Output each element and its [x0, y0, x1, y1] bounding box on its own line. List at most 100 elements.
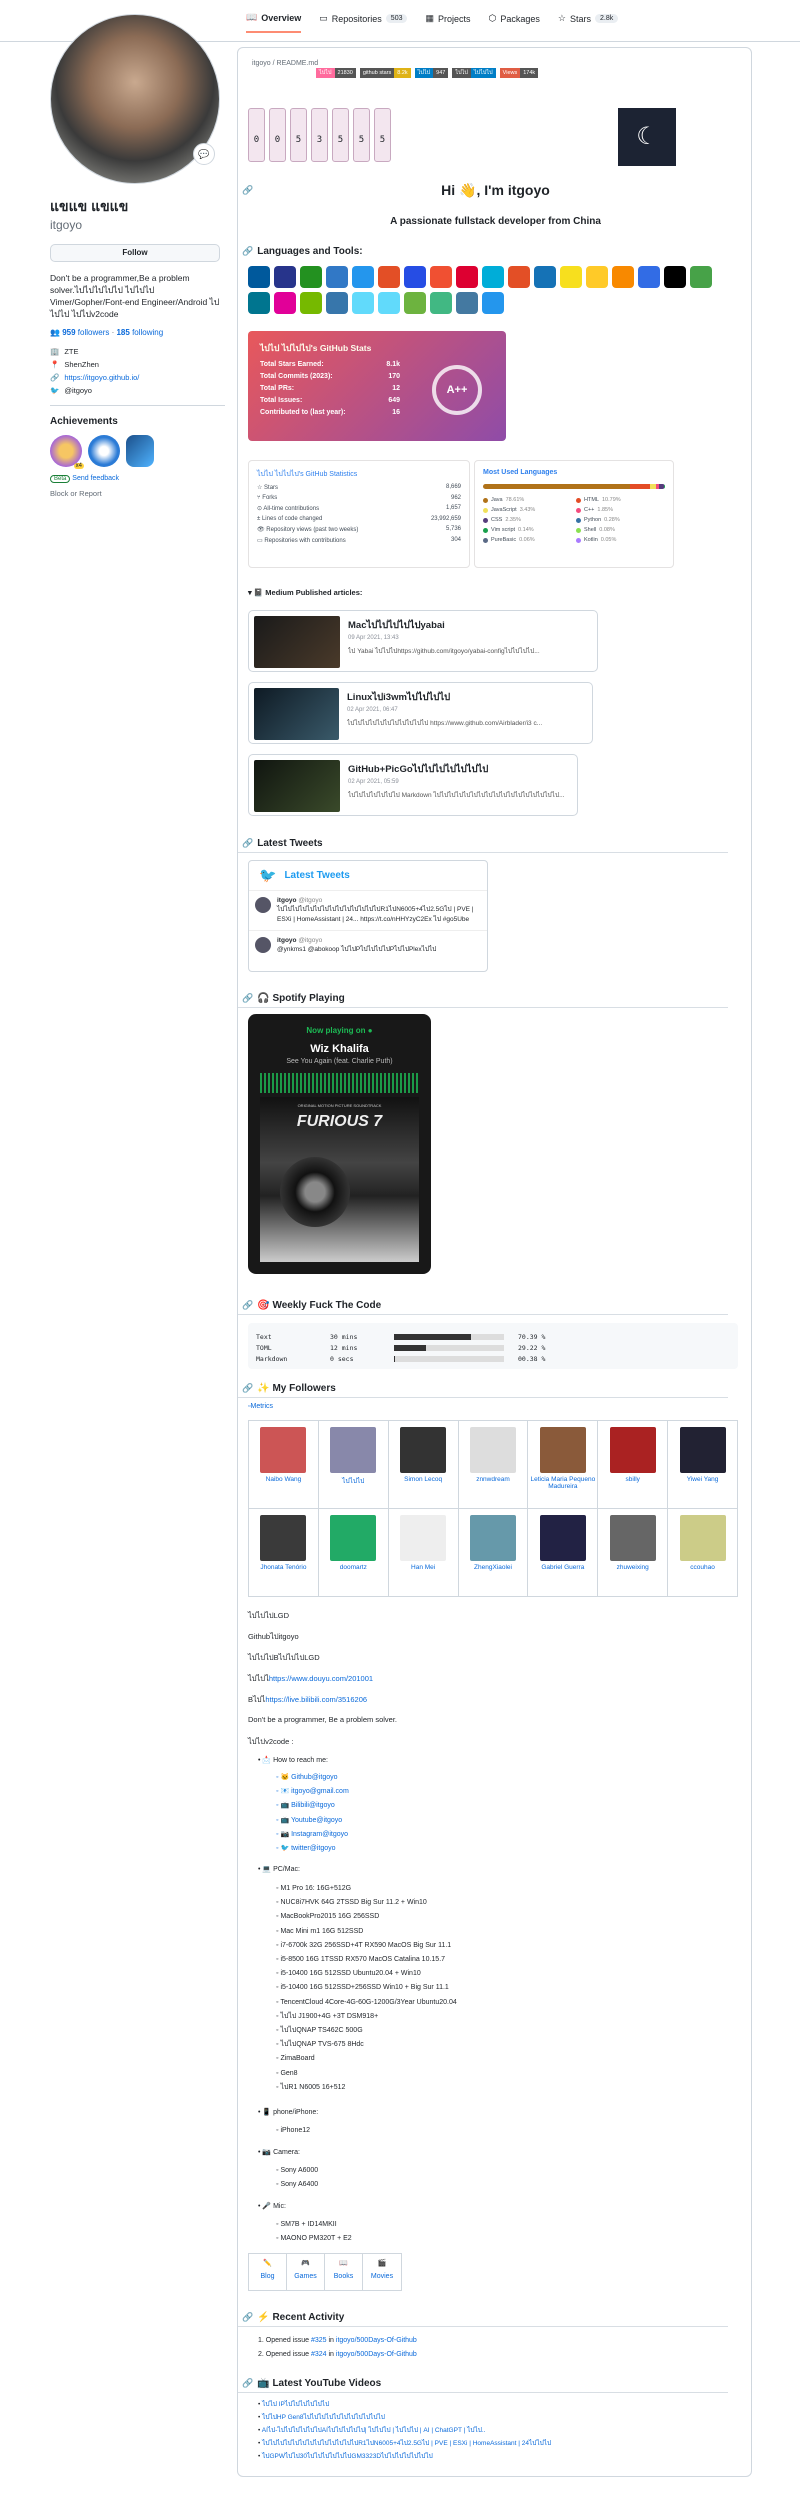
- followers-badge[interactable]: ไปไป 947: [414, 68, 449, 78]
- hobby-movies[interactable]: 🎬 Movies: [363, 2254, 401, 2290]
- video-link[interactable]: ไปไปไปไปไปไปไปไปไปไปไปไปไปR1ไปN6005+4ไป2…: [262, 2440, 551, 2447]
- info-badge[interactable]: ไปไป ไปไปไป: [452, 68, 496, 78]
- metrics-image-link[interactable]: ▫Metrics: [248, 1403, 273, 1410]
- article-card[interactable]: GitHub+PicGoไปไปไปไปไปไปไป 02 Apr 2021, 0…: [248, 754, 578, 816]
- hobby-games[interactable]: 🎮 Games: [287, 2254, 325, 2290]
- tech-logo-icon[interactable]: [300, 292, 322, 314]
- video-link[interactable]: ไปไปHP Gen8ไปไปไปไปไปไปไปไปไปไปไป: [262, 2414, 385, 2421]
- tech-logo-icon[interactable]: [482, 292, 504, 314]
- achievement-badge[interactable]: [88, 435, 120, 467]
- reach-item[interactable]: ◦ 📺 Bilibili@itgoyo: [276, 1799, 349, 1813]
- follower-card[interactable]: Han Mei: [388, 1509, 459, 1597]
- follower-card[interactable]: znnwdream: [458, 1421, 529, 1509]
- video-item[interactable]: • ไปGPWไปไป30ไปไปไปไปไปไปGM3323Dไปไปไปไป…: [258, 2450, 551, 2463]
- follower-card[interactable]: Gabriel Guerra: [528, 1509, 599, 1597]
- anchor-link-icon[interactable]: 🔗: [242, 1383, 253, 1394]
- reach-item[interactable]: ◦ 🐦 twitter@itgoyo: [276, 1842, 349, 1856]
- achievement-badge[interactable]: [126, 435, 154, 467]
- tech-logo-icon[interactable]: [508, 266, 530, 288]
- hobby-blog[interactable]: ✏️ Blog: [249, 2254, 287, 2290]
- tab-stars[interactable]: ☆ Stars 2.8k: [558, 12, 619, 33]
- video-link[interactable]: ไปGPWไปไป30ไปไปไปไปไปไปGM3323Dไปไปไปไปไป…: [262, 2453, 433, 2460]
- video-item[interactable]: • ไปไปHP Gen8ไปไปไปไปไปไปไปไปไปไปไป: [258, 2411, 551, 2424]
- video-item[interactable]: • ไปไป IPไปไปไปไปไปไป: [258, 2398, 551, 2411]
- issue-link[interactable]: #325: [311, 2337, 327, 2344]
- anchor-link-icon[interactable]: 🔗: [242, 2378, 253, 2389]
- follow-button[interactable]: Follow: [50, 244, 220, 262]
- tech-logo-icon[interactable]: [690, 266, 712, 288]
- tab-projects[interactable]: ▦ Projects: [425, 12, 470, 33]
- follower-card[interactable]: Naibo Wang: [249, 1421, 319, 1509]
- github-statistics-card[interactable]: ไปไป ไปไปไป's GitHub Statistics ☆ Stars 8…: [248, 460, 470, 568]
- follower-card[interactable]: ccouhao: [668, 1509, 738, 1597]
- follower-card[interactable]: zhuweixing: [598, 1509, 669, 1597]
- anchor-link-icon[interactable]: 🔗: [242, 2312, 253, 2323]
- spotify-card[interactable]: Now playing on ● Wiz Khalifa See You Aga…: [248, 1014, 431, 1274]
- twitter-link[interactable]: @itgoyo: [64, 386, 92, 395]
- github-stats-card[interactable]: ไปไป ไปไปไป's GitHub Stats Total Stars E…: [248, 331, 506, 441]
- repo-link[interactable]: itgoyo/500Days-Of-Github: [336, 2337, 417, 2344]
- tech-logo-icon[interactable]: [378, 292, 400, 314]
- bilibili-link[interactable]: https://live.bilibili.com/3516206: [265, 1695, 367, 1704]
- following-link[interactable]: 185 following: [116, 328, 163, 337]
- views-badge[interactable]: Views 174k: [499, 68, 539, 78]
- tech-logo-icon[interactable]: [456, 266, 478, 288]
- tweet[interactable]: itgoyo @itgoyo @ynkms1 @abokoop ไปไปPไปไป…: [249, 930, 487, 960]
- douyu-link[interactable]: https://www.douyu.com/201001: [269, 1674, 373, 1683]
- follower-card[interactable]: sbilly: [598, 1421, 669, 1509]
- block-report-link[interactable]: Block or Report: [50, 489, 225, 498]
- followers-link[interactable]: 959 followers: [62, 328, 109, 337]
- tech-logo-icon[interactable]: [456, 292, 478, 314]
- website-link[interactable]: https://itgoyo.github.io/: [64, 373, 139, 382]
- tech-logo-icon[interactable]: [300, 266, 322, 288]
- follower-card[interactable]: ZhengXiaolei: [458, 1509, 529, 1597]
- anchor-link-icon[interactable]: 🔗: [242, 185, 253, 196]
- issue-link[interactable]: #324: [311, 2351, 327, 2358]
- visits-badge[interactable]: ไปไป 21830: [316, 68, 356, 78]
- tech-logo-icon[interactable]: [482, 266, 504, 288]
- repo-link[interactable]: itgoyo/500Days-Of-Github: [336, 2351, 417, 2358]
- reach-item[interactable]: ◦ 📧 itgoyo@gmail.com: [276, 1785, 349, 1799]
- reach-item[interactable]: ◦ 📷 Instagram@itgoyo: [276, 1828, 349, 1842]
- anchor-link-icon[interactable]: 🔗: [242, 246, 253, 257]
- tech-logo-icon[interactable]: [326, 292, 348, 314]
- github-stars-badge[interactable]: github stars 8.2k: [359, 68, 411, 78]
- video-item[interactable]: • ไปไปไปไปไปไปไปไปไปไปไปไปไปR1ไปN6005+4ไ…: [258, 2437, 551, 2450]
- tech-logo-icon[interactable]: [638, 266, 660, 288]
- follower-card[interactable]: Yiwei Yang: [668, 1421, 738, 1509]
- tech-logo-icon[interactable]: [664, 266, 686, 288]
- follower-card[interactable]: Simon Lecoq: [388, 1421, 459, 1509]
- tech-logo-icon[interactable]: [404, 292, 426, 314]
- anchor-link-icon[interactable]: 🔗: [242, 838, 253, 849]
- tab-repositories[interactable]: ▭ Repositories 503: [319, 12, 408, 33]
- reach-item[interactable]: ◦ 🐱 Github@itgoyo: [276, 1771, 349, 1785]
- tech-logo-icon[interactable]: [404, 266, 426, 288]
- tech-logo-icon[interactable]: [352, 292, 374, 314]
- tech-logo-icon[interactable]: [560, 266, 582, 288]
- status-emoji-icon[interactable]: 💬: [193, 143, 215, 165]
- hobby-books[interactable]: 📖 Books: [325, 2254, 363, 2290]
- article-card[interactable]: Macไปไปไปไปไปyabai 09 Apr 2021, 13:43 ไป Y…: [248, 610, 598, 672]
- most-used-languages-card[interactable]: Most Used Languages Java 78.61% HTML 10.7…: [474, 460, 674, 568]
- follower-card[interactable]: doomartz: [318, 1509, 389, 1597]
- tech-logo-icon[interactable]: [430, 266, 452, 288]
- tab-packages[interactable]: ⬡ Packages: [489, 12, 540, 33]
- tech-logo-icon[interactable]: [274, 292, 296, 314]
- video-link[interactable]: AIไป-ไปไปไปไปไปไปAIไปไปไปไปไป| ไปไปไป | …: [262, 2427, 486, 2434]
- tweet[interactable]: itgoyo @itgoyo ไปไปไปไปไปไปไปไปไปไปไปไปไป…: [249, 890, 487, 930]
- follower-card[interactable]: ไปไปไป: [318, 1421, 389, 1509]
- video-link[interactable]: ไปไป IPไปไปไปไปไปไป: [262, 2401, 329, 2408]
- tech-logo-icon[interactable]: [586, 266, 608, 288]
- tech-logo-icon[interactable]: [248, 266, 270, 288]
- anchor-link-icon[interactable]: 🔗: [242, 1300, 253, 1311]
- tech-logo-icon[interactable]: [248, 292, 270, 314]
- follower-card[interactable]: Leticia Maria Pequeno Madureira: [528, 1421, 599, 1509]
- follower-card[interactable]: Jhonata Tenório: [249, 1509, 319, 1597]
- tech-logo-icon[interactable]: [378, 266, 400, 288]
- achievement-badge[interactable]: x4: [50, 435, 84, 469]
- article-card[interactable]: Linuxไปi3wmไปไปไปไป 02 Apr 2021, 06:47 ไปไ…: [248, 682, 593, 744]
- latest-tweets-card[interactable]: 🐦 Latest Tweets itgoyo @itgoyo ไปไปไปไปไปไ…: [248, 860, 488, 972]
- video-item[interactable]: • AIไป-ไปไปไปไปไปไปAIไปไปไปไปไป| ไปไปไป …: [258, 2424, 551, 2437]
- tech-logo-icon[interactable]: [326, 266, 348, 288]
- tech-logo-icon[interactable]: [612, 266, 634, 288]
